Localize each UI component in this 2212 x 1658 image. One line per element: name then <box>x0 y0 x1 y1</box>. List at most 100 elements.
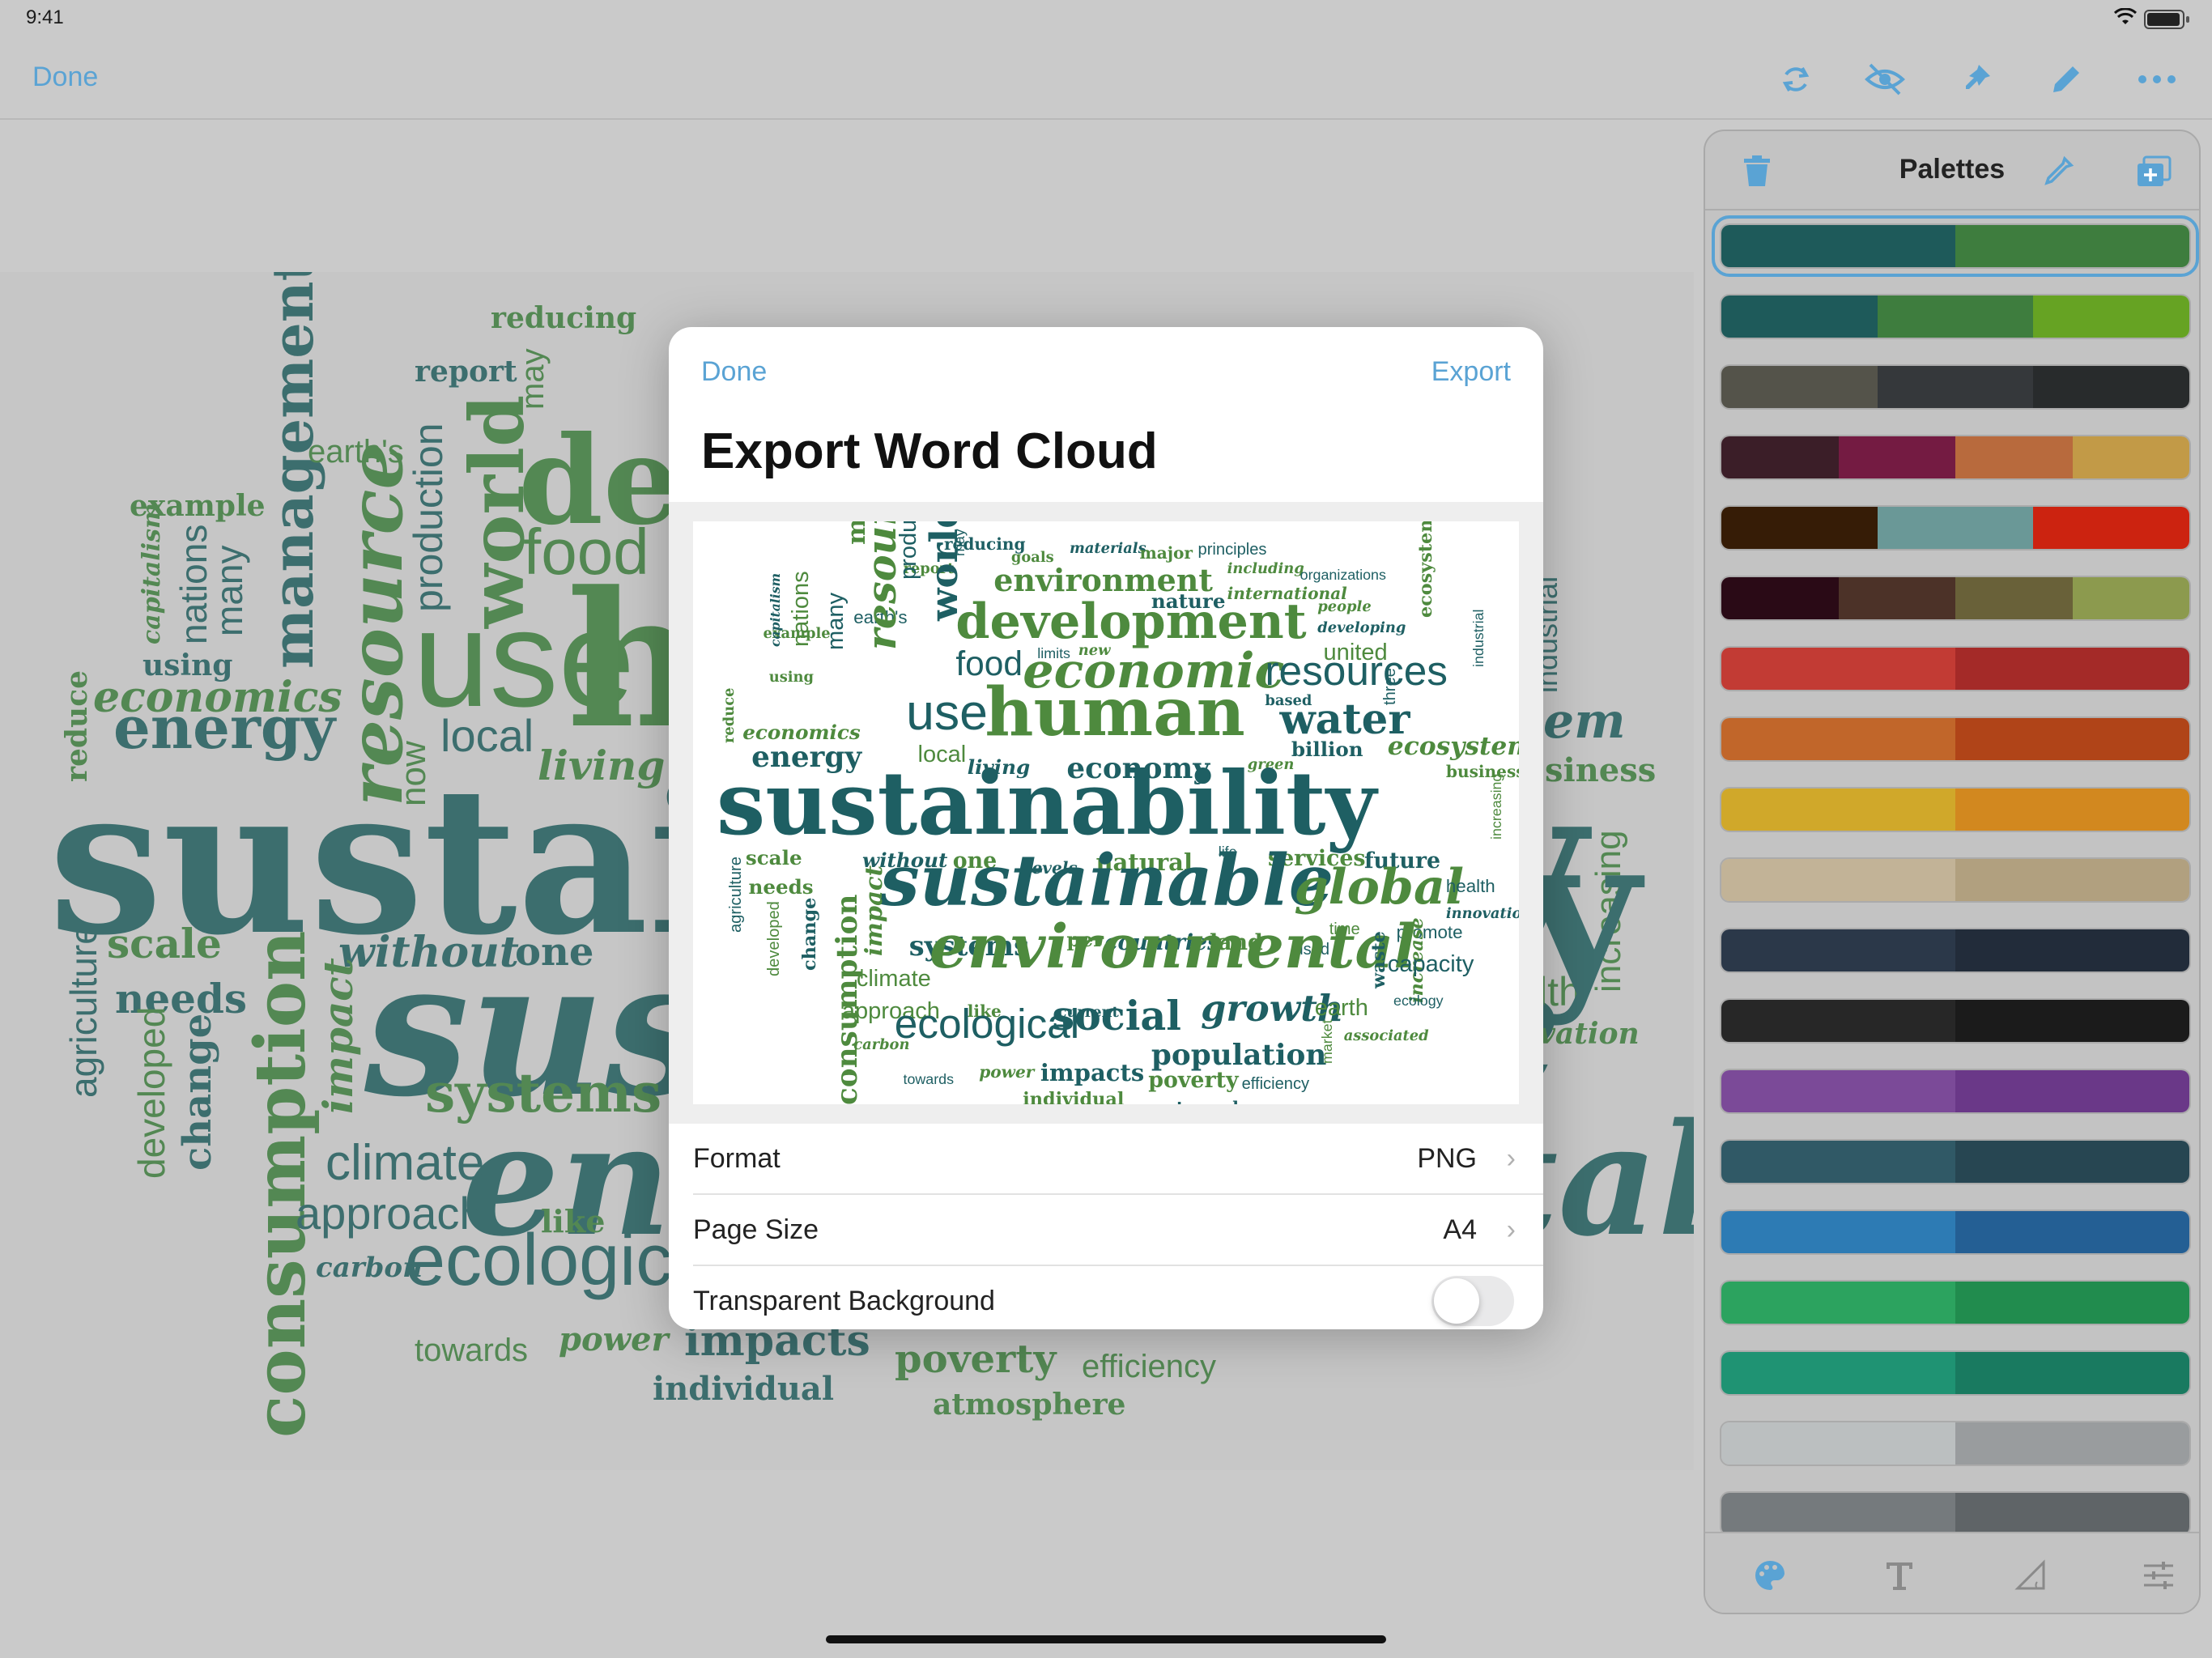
preview-word: nations <box>787 571 814 647</box>
palette-row[interactable] <box>1720 576 2191 621</box>
palette-swatch <box>1721 1422 1955 1465</box>
preview-word: capacity <box>1387 951 1474 978</box>
palette-swatch <box>1955 436 2073 478</box>
bg-word: impact <box>314 958 362 1114</box>
palette-swatch <box>1877 507 2034 549</box>
palette-swatch <box>1955 1211 2189 1253</box>
transparent-background-toggle[interactable] <box>1431 1276 1514 1326</box>
bg-word: without <box>338 928 519 977</box>
shape-icon[interactable] <box>2006 1551 2055 1600</box>
bg-word: individual <box>653 1370 835 1408</box>
preview-word: human <box>985 672 1245 751</box>
palette-row[interactable] <box>1720 1209 2191 1255</box>
palette-swatch <box>1721 1352 1955 1394</box>
preview-word: organizations <box>1300 566 1386 583</box>
preview-word: limits <box>1037 644 1070 661</box>
preview-word: innovation <box>1445 904 1519 922</box>
format-row[interactable]: Format PNG › <box>693 1124 1543 1195</box>
palette-swatch <box>1955 1070 2189 1112</box>
bg-word: report <box>415 355 517 389</box>
palette-icon[interactable] <box>1746 1551 1794 1600</box>
palette-row[interactable] <box>1720 787 2191 832</box>
bg-word: systems <box>425 1061 662 1124</box>
sliders-icon[interactable] <box>2134 1551 2183 1600</box>
palette-row[interactable] <box>1720 505 2191 551</box>
toggle-knob <box>1434 1278 1479 1324</box>
palette-swatch <box>1955 718 2189 760</box>
palette-row[interactable] <box>1720 646 2191 691</box>
palette-swatch <box>2072 577 2189 619</box>
palette-swatch <box>1721 1282 1955 1324</box>
visibility-off-icon[interactable] <box>1861 55 1909 104</box>
palette-row[interactable] <box>1720 1491 2191 1537</box>
modal-done-button[interactable]: Done <box>701 356 767 388</box>
palette-row[interactable] <box>1720 857 2191 903</box>
eyedropper-icon[interactable] <box>2034 147 2082 196</box>
palette-swatch <box>1955 1352 2189 1394</box>
bg-word: agriculture <box>62 924 104 1098</box>
palette-row[interactable] <box>1720 294 2191 339</box>
preview-word: ecosystems <box>1414 521 1436 618</box>
modal-export-button[interactable]: Export <box>1431 356 1511 388</box>
bg-word: power <box>559 1320 669 1358</box>
bg-word: reducing <box>491 301 637 335</box>
palette-swatch <box>1721 1000 1955 1042</box>
palette-row[interactable] <box>1720 716 2191 762</box>
bg-word: now <box>393 741 433 806</box>
more-icon[interactable] <box>2133 55 2181 104</box>
palette-row[interactable] <box>1720 1280 2191 1325</box>
word-cloud-preview: reducing goals materials major principles rep… <box>693 521 1519 1104</box>
palette-row[interactable] <box>1720 928 2191 973</box>
bg-word: like <box>541 1203 606 1239</box>
palette-swatch <box>1955 859 2189 901</box>
preview-word: ecological <box>894 999 1080 1047</box>
palette-swatch <box>1955 1422 2189 1465</box>
text-icon[interactable] <box>1875 1551 1924 1600</box>
home-indicator <box>826 1635 1386 1643</box>
transparent-background-row: Transparent Background <box>693 1266 1543 1329</box>
palette-row[interactable] <box>1712 215 2199 277</box>
palette-row[interactable] <box>1720 364 2191 410</box>
palette-row[interactable] <box>1720 1069 2191 1114</box>
palette-swatch <box>1955 225 2189 267</box>
page-size-row[interactable]: Page Size A4 › <box>693 1195 1543 1266</box>
done-button[interactable]: Done <box>32 62 98 93</box>
palette-row[interactable] <box>1720 1139 2191 1184</box>
add-palette-icon[interactable] <box>2129 147 2178 196</box>
palette-row[interactable] <box>1720 1421 2191 1466</box>
preview-word: market <box>1318 1019 1335 1065</box>
panel-tabbar <box>1705 1532 2199 1613</box>
bg-word: earth's <box>308 434 404 470</box>
preview-word: associated <box>1343 1027 1429 1045</box>
bg-word: world <box>453 394 541 628</box>
preview-word: health <box>1445 875 1495 896</box>
bg-word: one <box>515 929 594 975</box>
palette-row[interactable] <box>1720 1350 2191 1396</box>
palette-swatch <box>1721 225 1955 267</box>
palette-swatch <box>1955 577 2073 619</box>
preview-word: sustainable <box>879 839 1334 923</box>
preview-word: business <box>1445 762 1519 782</box>
preview-word: many <box>823 592 849 650</box>
preview-word: power <box>979 1062 1035 1082</box>
palette-swatch <box>1955 1141 2189 1183</box>
bg-word: management <box>259 272 326 669</box>
status-bar: 9:41 <box>0 0 2212 39</box>
preview-word: change <box>799 897 821 971</box>
palettes-header: Palettes <box>1705 131 2199 210</box>
preview-word: environmental <box>929 912 1417 983</box>
palettes-title: Palettes <box>1899 154 2006 185</box>
pencil-icon[interactable] <box>2042 55 2091 104</box>
preview-word: ecosystem <box>1387 732 1519 762</box>
preview-word: three <box>1380 668 1399 706</box>
pin-icon[interactable] <box>1951 55 2000 104</box>
bg-word: many <box>208 545 250 636</box>
palette-swatch <box>1721 436 1839 478</box>
palette-row[interactable] <box>1720 998 2191 1044</box>
preview-word: scale <box>745 845 802 869</box>
refresh-icon[interactable] <box>1772 55 1820 104</box>
preview-word: developing <box>1317 619 1406 636</box>
palette-swatch <box>1721 366 1878 408</box>
page-size-value: A4 <box>1443 1214 1477 1245</box>
palette-row[interactable] <box>1720 435 2191 480</box>
